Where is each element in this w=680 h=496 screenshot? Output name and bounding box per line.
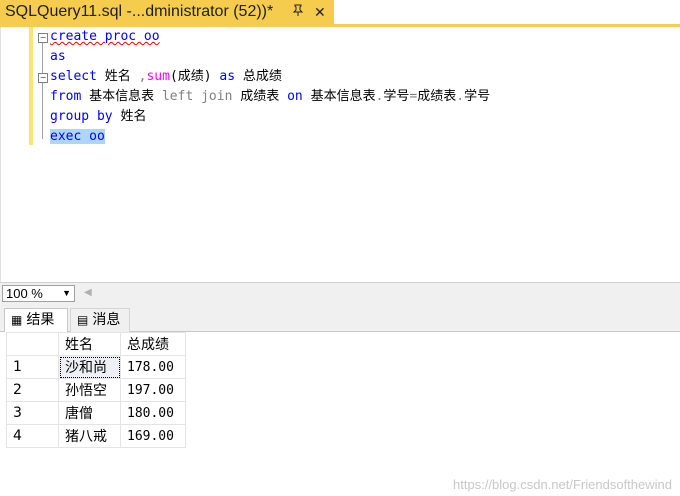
query-tab[interactable]: SQLQuery11.sql -...dministrator (52))* ✕ — [0, 0, 334, 24]
collapse-icon[interactable]: − — [38, 73, 48, 83]
close-icon[interactable]: ✕ — [314, 0, 326, 24]
zoom-dropdown[interactable]: 100 % ▼ — [2, 285, 75, 302]
code-token: 姓名 — [120, 109, 147, 124]
code-line-content: create proc oo — [50, 29, 160, 44]
code-line[interactable]: create proc oo — [50, 27, 490, 47]
messages-icon: ▤ — [77, 313, 89, 327]
grid-header-row: 姓名 总成绩 — [6, 332, 186, 356]
zoom-bar: 100 % ▼ ◀ — [0, 282, 680, 304]
chevron-down-icon: ▼ — [62, 288, 71, 298]
code-token: on — [287, 89, 311, 104]
row-header-corner[interactable] — [6, 332, 59, 356]
pin-icon[interactable] — [292, 0, 304, 24]
code-token: 学号 — [383, 89, 410, 104]
cell-name[interactable]: 孙悟空 — [58, 378, 121, 402]
code-token: sum — [146, 69, 170, 84]
code-line-content: select 姓名 ,sum(成绩) as 总成绩 — [50, 69, 282, 84]
tab-messages-label: 消息 — [92, 312, 121, 328]
table-row: 2 孙悟空 197.00 — [6, 378, 186, 402]
cell-total-score[interactable]: 178.00 — [120, 355, 186, 379]
cell-name[interactable]: 沙和尚 — [58, 355, 121, 379]
cell-name[interactable]: 唐僧 — [58, 401, 121, 425]
code-line-content: from 基本信息表 left join 成绩表 on 基本信息表.学号=成绩表… — [50, 89, 490, 104]
code-token: exec oo — [50, 129, 105, 144]
cell-total-score[interactable]: 180.00 — [120, 401, 186, 425]
change-margin — [29, 27, 33, 145]
table-row: 4 猪八戒 169.00 — [6, 424, 186, 448]
zoom-value: 100 % — [6, 286, 43, 301]
code-line[interactable]: from 基本信息表 left join 成绩表 on 基本信息表.学号=成绩表… — [50, 87, 490, 107]
cell-name[interactable]: 猪八戒 — [58, 424, 121, 448]
code-token: 基本信息表 — [310, 89, 376, 104]
code-token: 成绩表 — [240, 89, 288, 104]
code-line[interactable]: select 姓名 ,sum(成绩) as 总成绩 — [50, 67, 490, 87]
tab-results-label: 结果 — [26, 312, 55, 328]
tab-results[interactable]: ▦ 结果 — [4, 308, 68, 332]
grid-icon: ▦ — [11, 313, 23, 327]
sql-editor[interactable]: − − create proc oo as select 姓名 ,sum(成绩) a… — [0, 27, 680, 282]
cell-total-score[interactable]: 169.00 — [120, 424, 186, 448]
watermark: https://blog.csdn.net/Friendsofthewind — [453, 477, 672, 492]
document-tab-strip: SQLQuery11.sql -...dministrator (52))* ✕ — [0, 0, 680, 24]
code-line[interactable]: exec oo — [50, 127, 490, 147]
code-lines: create proc oo as select 姓名 ,sum(成绩) as 总成… — [50, 27, 490, 147]
row-number[interactable]: 1 — [6, 355, 59, 379]
code-token: 成绩表 — [417, 89, 457, 104]
code-token: as — [219, 69, 243, 84]
results-grid-panel: 姓名 总成绩 1 沙和尚 178.00 2 孙悟空 197.00 3 唐僧 18… — [0, 332, 680, 496]
outline-line — [42, 39, 43, 139]
row-number[interactable]: 2 — [6, 378, 59, 402]
code-token: left join — [161, 89, 241, 104]
column-header-name[interactable]: 姓名 — [58, 332, 121, 356]
code-token: select — [50, 69, 105, 84]
code-line-content: group by 姓名 — [50, 109, 146, 124]
cell-total-score[interactable]: 197.00 — [120, 378, 186, 402]
column-header-total-score[interactable]: 总成绩 — [120, 332, 186, 356]
code-token: as — [50, 49, 66, 64]
query-tab-title: SQLQuery11.sql -...dministrator (52))* — [5, 3, 274, 20]
row-number[interactable]: 4 — [6, 424, 59, 448]
code-line-content: exec oo — [50, 129, 105, 144]
row-number[interactable]: 3 — [6, 401, 59, 425]
table-row: 3 唐僧 180.00 — [6, 401, 186, 425]
code-token: from — [50, 89, 90, 104]
collapse-icon[interactable]: − — [38, 33, 48, 43]
code-line[interactable]: as — [50, 47, 490, 67]
table-row: 1 沙和尚 178.00 — [6, 355, 186, 379]
code-token: group by — [50, 109, 121, 124]
results-tab-strip: ▦ 结果 ▤ 消息 — [0, 304, 680, 332]
code-token: 基本信息表 — [89, 89, 162, 104]
code-line[interactable]: group by 姓名 — [50, 107, 490, 127]
code-token: create proc oo — [50, 29, 160, 44]
code-token: . — [456, 89, 465, 104]
code-token: 学号 — [464, 89, 491, 104]
results-grid: 姓名 总成绩 1 沙和尚 178.00 2 孙悟空 197.00 3 唐僧 18… — [6, 332, 186, 448]
code-line-content: as — [50, 49, 66, 64]
code-token: (成绩) — [169, 69, 220, 84]
tab-messages[interactable]: ▤ 消息 — [70, 308, 130, 332]
code-token: 总成绩 — [242, 69, 282, 84]
scroll-left-icon[interactable]: ◀ — [84, 287, 92, 298]
code-token: 姓名 — [104, 69, 139, 84]
